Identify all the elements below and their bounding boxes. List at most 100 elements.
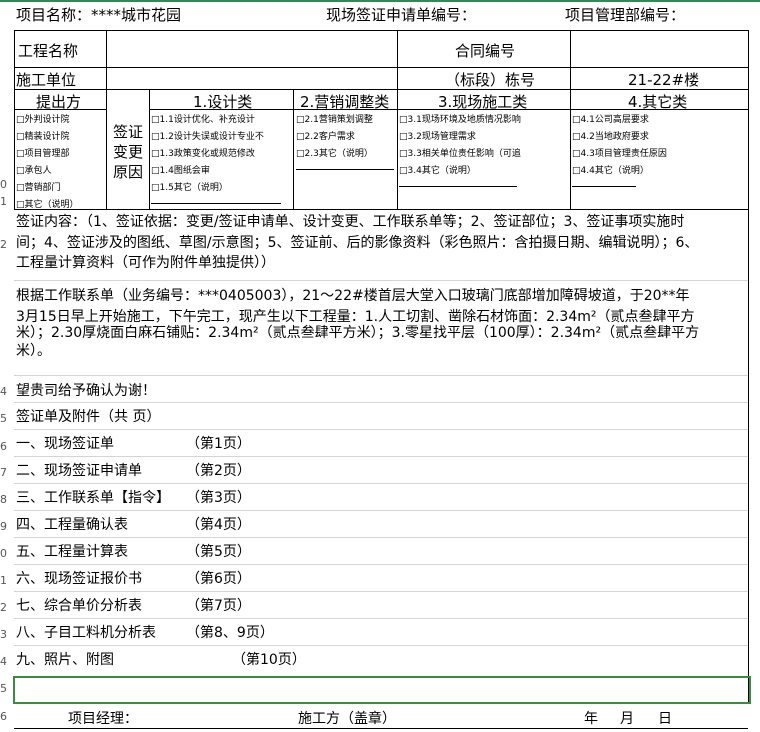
row-number: 6 [0, 440, 7, 453]
content-instructions-line: 工程量计算资料（可作为附件单独提供）） [16, 255, 275, 271]
dept-number-label: 项目管理部编号： [565, 6, 686, 24]
table-right-border [748, 30, 749, 702]
checkbox-option[interactable]: □1.2设计失误或设计专业不 [151, 129, 264, 142]
row-number: 7 [0, 466, 7, 479]
table-col-border [106, 30, 107, 210]
row-number: 5 [0, 412, 7, 425]
date-month-label: 月 [620, 711, 634, 727]
attachment-page: （第10页） [232, 652, 306, 668]
attachment-page: （第2页） [186, 463, 251, 479]
checkbox-option[interactable]: □3.3相关单位责任影响（可追 [399, 146, 521, 159]
attachment-page: （第5页） [186, 544, 251, 560]
project-manager-label: 项目经理： [68, 711, 138, 727]
checkbox-option[interactable]: □3.4其它（说明） [399, 163, 476, 176]
attachment-name: 七、综合单价分析表 [16, 598, 142, 614]
checkbox-option[interactable]: □承包人 [16, 163, 52, 176]
attachment-name: 一、现场签证单 [16, 436, 114, 452]
body-paragraph-line: 米）。 [16, 343, 51, 359]
attachment-name: 四、工程量确认表 [16, 517, 128, 533]
building-value: 21-22#楼 [628, 71, 700, 89]
attachment-page: （第3页） [186, 490, 251, 506]
row-number: 4 [0, 655, 7, 668]
thanks-text: 望贵司给予确认为谢！ [16, 383, 156, 399]
checkbox-option[interactable]: □4.1公司高层要求 [572, 112, 649, 125]
grid-line [14, 375, 748, 376]
checkbox-option[interactable]: □1.4图纸会审 [151, 163, 210, 176]
checkbox-option[interactable]: □3.2现场管理需求 [399, 129, 476, 142]
change-reason-label: 签证变更原因 [112, 123, 143, 181]
checkbox-option[interactable]: □1.1设计优化、补充设计 [151, 112, 255, 125]
row-number: 8 [0, 493, 7, 506]
row-number: 4 [0, 385, 7, 398]
table-left-border [14, 30, 15, 210]
project-name-header: 项目名称：****城市花园 [16, 6, 182, 24]
explanation-blank-line[interactable] [572, 186, 636, 187]
other-category-header: 4.其它类 [628, 93, 688, 111]
checkbox-option[interactable]: □2.3其它（说明） [296, 146, 373, 159]
attachment-title: 签证单及附件（共 页） [16, 409, 161, 425]
row-number: 9 [0, 520, 7, 533]
checkbox-option[interactable]: □4.3项目管理责任原因 [572, 146, 667, 159]
attachment-name: 九、照片、附图 [16, 652, 114, 668]
table-bottom-border [14, 728, 748, 729]
checkbox-option[interactable]: □项目管理部 [16, 146, 70, 159]
grid-line [14, 591, 748, 592]
request-number-label: 现场签证申请单编号： [326, 6, 477, 24]
grid-line [14, 564, 748, 565]
row-number: 2 [0, 601, 7, 614]
checkbox-option[interactable]: □2.1营销策划调整 [296, 112, 373, 125]
checkbox-option[interactable]: □4.2当地政府要求 [572, 129, 649, 142]
explanation-blank-line[interactable] [151, 203, 281, 204]
attachment-page: （第8、9页） [186, 625, 274, 641]
checkbox-option[interactable]: □3.1现场环境及地质情况影响 [399, 112, 521, 125]
project-name-label: 工程名称 [18, 42, 79, 60]
date-year-label: 年 [584, 711, 598, 727]
row-number: 3 [0, 628, 7, 641]
grid-line [14, 645, 748, 646]
grid-line [14, 429, 748, 430]
table-col-border [293, 89, 294, 210]
table-row-border [14, 209, 748, 210]
attachment-page: （第6页） [186, 571, 251, 587]
contract-number-label: 合同编号 [455, 42, 516, 60]
contractor-seal-label: 施工方（盖章） [298, 711, 396, 727]
explanation-blank-line[interactable] [399, 186, 517, 187]
attachment-name: 二、现场签证申请单 [16, 463, 142, 479]
checkbox-option[interactable]: □1.3政策变化或规范修改 [151, 146, 255, 159]
selected-cell[interactable] [13, 676, 751, 704]
row-number: 1 [0, 195, 7, 208]
attachment-name: 三、工作联系单【指令】 [16, 490, 170, 506]
grid-line [14, 510, 748, 511]
design-category-header: 1.设计类 [193, 93, 253, 111]
table-col-border [397, 30, 398, 210]
attachment-name: 八、子目工料机分析表 [16, 625, 156, 641]
attachment-name: 六、现场签证报价书 [16, 571, 142, 587]
checkbox-option[interactable]: □精装设计院 [16, 129, 70, 142]
date-day-label: 日 [658, 711, 672, 727]
table-col-border [149, 89, 150, 210]
checkbox-option[interactable]: □外判设计院 [16, 112, 70, 125]
row-number: 1 [0, 574, 7, 587]
grid-line [14, 456, 748, 457]
checkbox-option[interactable]: □1.5其它（说明） [151, 180, 228, 193]
content-instructions-line: 间；4、签证涉及的图纸、草图/示意图；5、签证前、后的影像资料（彩色照片：含拍摄… [16, 235, 699, 251]
checkbox-option[interactable]: □4.4其它（说明） [572, 163, 649, 176]
attachment-page: （第1页） [186, 436, 251, 452]
checkbox-option[interactable]: □营销部门 [16, 180, 61, 193]
attachment-page: （第7页） [186, 598, 251, 614]
explanation-blank-line[interactable] [296, 169, 394, 170]
selection-top-border [0, 0, 760, 2]
marketing-category-header: 2.营销调整类 [300, 93, 390, 111]
grid-line [14, 618, 748, 619]
checkbox-option[interactable]: □其它（说明） [16, 197, 79, 210]
table-row-border [14, 67, 748, 68]
row-number: 0 [0, 547, 7, 560]
table-top-border [14, 30, 748, 31]
building-label: （标段）栋号 [445, 71, 536, 89]
row-number: 6 [0, 710, 7, 723]
grid-line [14, 280, 748, 281]
body-paragraph-line: 根据工作联系单（业务编号：***0405003），21～22#楼首层大堂入口玻璃… [16, 288, 690, 304]
contractor-label: 施工单位 [16, 71, 77, 89]
checkbox-option[interactable]: □2.2客户需求 [296, 129, 355, 142]
row-number: 0 [0, 178, 7, 191]
